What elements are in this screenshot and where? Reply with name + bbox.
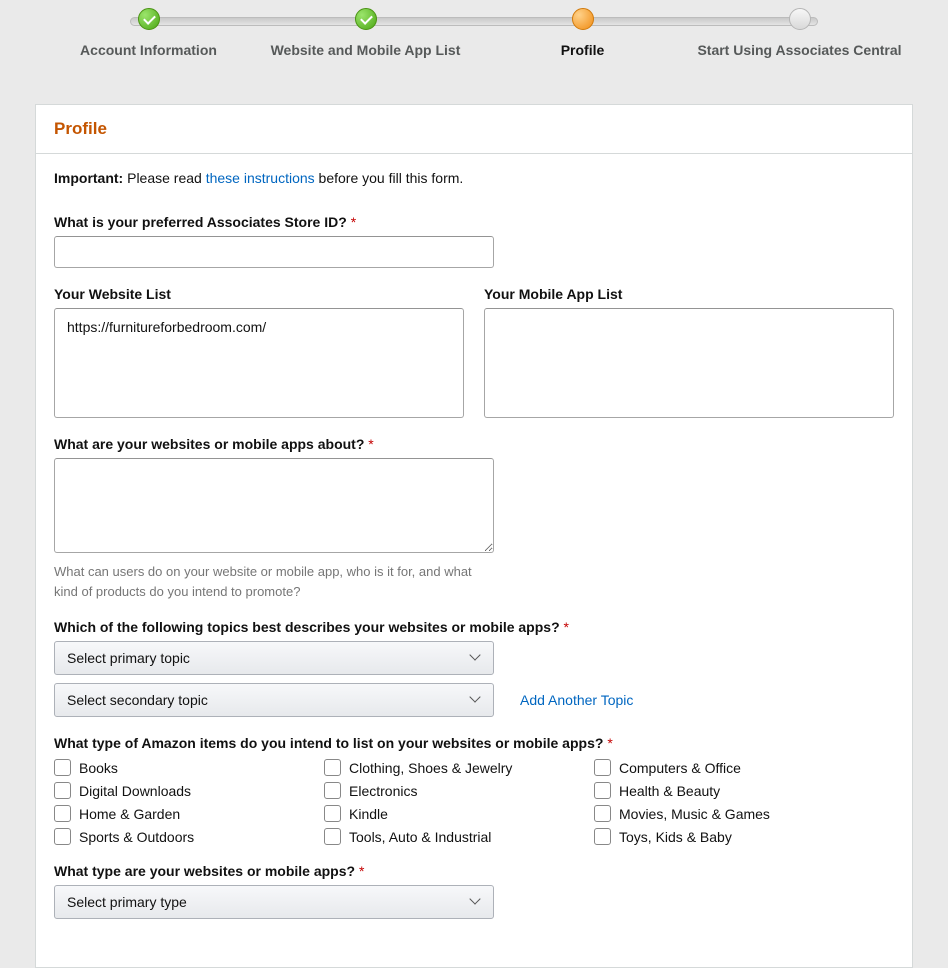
important-text-before: Please read bbox=[123, 170, 206, 186]
step-circle-pending bbox=[789, 8, 811, 30]
about-hint: What can users do on your website or mob… bbox=[54, 562, 494, 601]
profile-card: Profile Important: Please read these ins… bbox=[35, 104, 913, 968]
step-0: Account Information bbox=[40, 8, 257, 64]
checkbox-label: Kindle bbox=[349, 806, 388, 822]
step-2: Profile bbox=[474, 8, 691, 64]
step-label: Profile bbox=[474, 42, 691, 58]
card-header: Profile bbox=[36, 105, 912, 154]
important-prefix: Important: bbox=[54, 170, 123, 186]
required-star: * bbox=[351, 214, 356, 230]
checkbox-item[interactable]: Books bbox=[54, 759, 324, 776]
checkbox-item[interactable]: Computers & Office bbox=[594, 759, 864, 776]
store-id-input[interactable] bbox=[54, 236, 494, 268]
step-label: Website and Mobile App List bbox=[257, 42, 474, 58]
type-label: What type are your websites or mobile ap… bbox=[54, 863, 894, 879]
checkbox-box[interactable] bbox=[324, 828, 341, 845]
checkbox-label: Digital Downloads bbox=[79, 783, 191, 799]
mobile-list-label: Your Mobile App List bbox=[484, 286, 894, 302]
instructions-link[interactable]: these instructions bbox=[206, 170, 315, 186]
required-star: * bbox=[359, 863, 364, 879]
checkbox-item[interactable]: Health & Beauty bbox=[594, 782, 864, 799]
checkbox-label: Movies, Music & Games bbox=[619, 806, 770, 822]
mobile-list-box[interactable] bbox=[484, 308, 894, 418]
checkbox-item[interactable]: Tools, Auto & Industrial bbox=[324, 828, 594, 845]
topics-label: Which of the following topics best descr… bbox=[54, 619, 894, 635]
checkbox-label: Clothing, Shoes & Jewelry bbox=[349, 760, 512, 776]
step-1: Website and Mobile App List bbox=[257, 8, 474, 64]
checkbox-box[interactable] bbox=[324, 759, 341, 776]
store-id-label: What is your preferred Associates Store … bbox=[54, 214, 894, 230]
type-primary-select[interactable]: Select primary type bbox=[54, 885, 494, 919]
select-value: Select primary topic bbox=[67, 650, 190, 666]
checkbox-box[interactable] bbox=[54, 759, 71, 776]
website-list-item: https://furnitureforbedroom.com/ bbox=[67, 319, 266, 335]
topic-secondary-select[interactable]: Select secondary topic bbox=[54, 683, 494, 717]
checkbox-item[interactable]: Toys, Kids & Baby bbox=[594, 828, 864, 845]
checkbox-item[interactable]: Digital Downloads bbox=[54, 782, 324, 799]
checkbox-box[interactable] bbox=[594, 782, 611, 799]
step-circle-done bbox=[355, 8, 377, 30]
checkbox-box[interactable] bbox=[594, 805, 611, 822]
chevron-down-icon bbox=[471, 651, 481, 661]
checkbox-box[interactable] bbox=[594, 759, 611, 776]
checkbox-label: Home & Garden bbox=[79, 806, 180, 822]
card-title: Profile bbox=[54, 119, 894, 139]
checkbox-box[interactable] bbox=[324, 805, 341, 822]
checkbox-box[interactable] bbox=[594, 828, 611, 845]
website-list-box[interactable]: https://furnitureforbedroom.com/ bbox=[54, 308, 464, 418]
website-list-label: Your Website List bbox=[54, 286, 464, 302]
select-value: Select secondary topic bbox=[67, 692, 208, 708]
checkbox-item[interactable]: Kindle bbox=[324, 805, 594, 822]
checkbox-label: Computers & Office bbox=[619, 760, 741, 776]
checkbox-box[interactable] bbox=[54, 782, 71, 799]
checkbox-label: Health & Beauty bbox=[619, 783, 720, 799]
checkbox-item[interactable]: Home & Garden bbox=[54, 805, 324, 822]
step-circle-active bbox=[572, 8, 594, 30]
chevron-down-icon bbox=[471, 895, 481, 905]
step-label: Start Using Associates Central bbox=[691, 42, 908, 58]
about-label: What are your websites or mobile apps ab… bbox=[54, 436, 894, 452]
topic-primary-select[interactable]: Select primary topic bbox=[54, 641, 494, 675]
checkbox-item[interactable]: Sports & Outdoors bbox=[54, 828, 324, 845]
important-text-after: before you fill this form. bbox=[315, 170, 464, 186]
step-circle-done bbox=[138, 8, 160, 30]
chevron-down-icon bbox=[471, 693, 481, 703]
checkbox-label: Toys, Kids & Baby bbox=[619, 829, 732, 845]
step-3: Start Using Associates Central bbox=[691, 8, 908, 64]
checkbox-box[interactable] bbox=[324, 782, 341, 799]
required-star: * bbox=[368, 436, 373, 452]
progress-stepper: Account InformationWebsite and Mobile Ap… bbox=[0, 0, 948, 104]
items-label: What type of Amazon items do you intend … bbox=[54, 735, 894, 751]
required-star: * bbox=[564, 619, 569, 635]
checkbox-item[interactable]: Electronics bbox=[324, 782, 594, 799]
required-star: * bbox=[607, 735, 612, 751]
checkbox-label: Sports & Outdoors bbox=[79, 829, 194, 845]
step-label: Account Information bbox=[40, 42, 257, 58]
checkbox-box[interactable] bbox=[54, 805, 71, 822]
checkbox-label: Books bbox=[79, 760, 118, 776]
important-notice: Important: Please read these instruction… bbox=[54, 170, 894, 186]
checkbox-label: Electronics bbox=[349, 783, 417, 799]
checkbox-item[interactable]: Clothing, Shoes & Jewelry bbox=[324, 759, 594, 776]
checkbox-label: Tools, Auto & Industrial bbox=[349, 829, 491, 845]
select-value: Select primary type bbox=[67, 894, 187, 910]
add-topic-link[interactable]: Add Another Topic bbox=[520, 692, 633, 708]
checkbox-item[interactable]: Movies, Music & Games bbox=[594, 805, 864, 822]
checkbox-box[interactable] bbox=[54, 828, 71, 845]
about-textarea[interactable] bbox=[54, 458, 494, 553]
